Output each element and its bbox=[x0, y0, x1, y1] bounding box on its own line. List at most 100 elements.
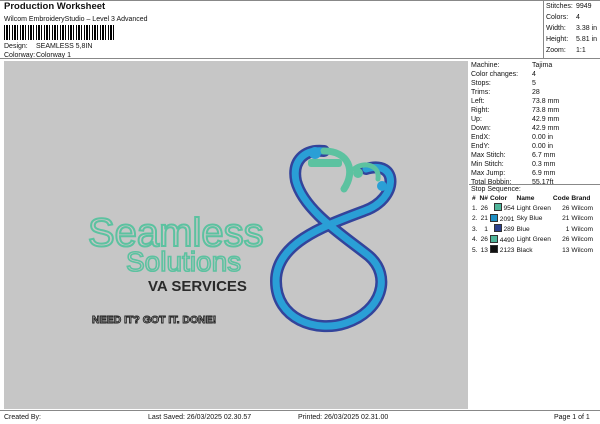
software-name: Wilcom EmbroideryStudio – Level 3 Advanc… bbox=[4, 16, 148, 23]
thread-brand: Wilcom bbox=[571, 236, 594, 244]
thread-code: 26 bbox=[562, 236, 570, 244]
table-row: 1. 26 954 Light Green 26 Wilcom bbox=[471, 203, 594, 213]
worksheet-title: Production Worksheet bbox=[4, 1, 106, 12]
row-number: 2. bbox=[472, 215, 478, 223]
min-stitch-value: 0.3 mm bbox=[532, 161, 556, 168]
created-by: Created By: bbox=[4, 414, 41, 421]
needle-number: 26 bbox=[480, 236, 488, 244]
row-number: 5. bbox=[472, 246, 478, 254]
thread-brand: Wilcom bbox=[571, 204, 594, 212]
color-code: 954 bbox=[503, 205, 515, 213]
colors-value: 4 bbox=[576, 14, 580, 21]
needle-number: 1 bbox=[484, 225, 488, 233]
printed-date: Printed: 26/03/2025 02.31.00 bbox=[298, 414, 389, 421]
color-swatch bbox=[489, 245, 498, 254]
thread-code: 13 bbox=[562, 246, 570, 254]
table-row: 5. 13 2123 Black 13 Wilcom bbox=[471, 245, 594, 255]
color-name: Black bbox=[516, 246, 533, 254]
color-changes-label: Color changes: bbox=[471, 71, 519, 78]
colors-label: Colors: bbox=[546, 14, 569, 21]
thread-brand: Wilcom bbox=[571, 246, 594, 254]
color-changes-value: 4 bbox=[532, 71, 536, 78]
row-number: 4. bbox=[472, 236, 478, 244]
embroidery-design: Seamless Solutions VA SERVICES NEED IT? … bbox=[87, 144, 397, 333]
column-header: Code bbox=[552, 195, 570, 202]
down-value: 42.9 mm bbox=[532, 125, 560, 132]
up-label: Up: bbox=[471, 116, 482, 123]
design-value: SEAMLESS 5,8IN bbox=[36, 43, 93, 50]
column-header: N# bbox=[479, 195, 488, 202]
left-label: Left: bbox=[471, 98, 485, 105]
row-number: 1. bbox=[472, 204, 478, 212]
endx-label: EndX: bbox=[471, 134, 491, 141]
color-swatch bbox=[493, 203, 502, 212]
color-name: Light Green bbox=[516, 204, 551, 212]
endx-value: 0.00 in bbox=[532, 134, 554, 141]
zoom-value: 1:1 bbox=[576, 47, 586, 54]
height-label: Height: bbox=[546, 36, 569, 43]
header-divider bbox=[0, 58, 600, 59]
endy-value: 0.00 in bbox=[532, 143, 554, 150]
table-header-row: # N# Color Name Code Brand bbox=[471, 194, 594, 203]
zoom-label: Zoom: bbox=[546, 47, 566, 54]
down-label: Down: bbox=[471, 125, 491, 132]
color-name: Sky Blue bbox=[516, 215, 543, 223]
right-label: Right: bbox=[471, 107, 490, 114]
needle-number: 21 bbox=[480, 215, 488, 223]
max-stitch-value: 6.7 mm bbox=[532, 152, 556, 159]
color-code: 2123 bbox=[499, 247, 515, 255]
width-label: Width: bbox=[546, 25, 566, 32]
machine-label: Machine: bbox=[471, 62, 500, 69]
machine-value: Tajima bbox=[532, 62, 553, 69]
needle-number: 13 bbox=[480, 246, 488, 254]
page-number: Page 1 of 1 bbox=[554, 414, 590, 421]
color-name: Blue bbox=[516, 225, 530, 233]
thread-code: 21 bbox=[562, 215, 570, 223]
column-header: # bbox=[472, 195, 476, 202]
row-number: 3. bbox=[472, 225, 478, 233]
needle-number: 26 bbox=[480, 204, 488, 212]
width-value: 3.38 in bbox=[576, 25, 598, 32]
table-row: 2. 21 2091 Sky Blue 21 Wilcom bbox=[471, 213, 594, 224]
design-word-solutions: Solutions bbox=[126, 246, 241, 277]
barcode bbox=[4, 25, 115, 40]
table-row: 4. 26 4490 Light Green 26 Wilcom bbox=[471, 234, 594, 245]
stitches-value: 9949 bbox=[576, 3, 592, 10]
last-saved: Last Saved: 26/03/2025 02.30.57 bbox=[148, 414, 252, 421]
right-value: 73.8 mm bbox=[532, 107, 560, 114]
figure-eight-ornament bbox=[269, 144, 397, 333]
summary-divider bbox=[543, 0, 544, 58]
stop-sequence-table: # N# Color Name Code Brand 1. 26 954 Lig… bbox=[471, 194, 594, 255]
design-va-services: VA SERVICES bbox=[148, 278, 247, 295]
trims-label: Trims: bbox=[471, 89, 491, 96]
color-name: Light Green bbox=[516, 236, 551, 244]
max-jump-value: 6.9 mm bbox=[532, 170, 556, 177]
thread-code: 1 bbox=[565, 225, 570, 233]
total-bobbin-value: 55.17ft bbox=[532, 179, 554, 186]
design-preview: Seamless Solutions VA SERVICES NEED IT? … bbox=[4, 61, 468, 409]
thread-brand: Wilcom bbox=[571, 215, 594, 223]
color-code: 2091 bbox=[499, 215, 515, 223]
trims-value: 28 bbox=[532, 89, 540, 96]
thread-brand: Wilcom bbox=[571, 225, 594, 233]
stops-value: 5 bbox=[532, 80, 536, 87]
left-value: 73.8 mm bbox=[532, 98, 560, 105]
color-code: 289 bbox=[503, 226, 515, 234]
color-code: 4490 bbox=[499, 236, 515, 244]
top-border bbox=[0, 0, 600, 1]
table-row: 3. 1 289 Blue 1 Wilcom bbox=[471, 224, 594, 234]
max-jump-label: Max Jump: bbox=[471, 170, 506, 177]
endy-label: EndY: bbox=[471, 143, 490, 150]
design-tagline: NEED IT? GOT IT. DONE! bbox=[92, 314, 216, 326]
design-label: Design: bbox=[4, 43, 28, 50]
column-header: Color bbox=[489, 195, 508, 202]
stops-label: Stops: bbox=[471, 80, 491, 87]
footer-divider bbox=[0, 410, 600, 411]
up-value: 42.9 mm bbox=[532, 116, 560, 123]
height-value: 5.81 in bbox=[576, 36, 598, 43]
thread-code: 26 bbox=[562, 204, 570, 212]
stop-sequence-title: Stop Sequence: bbox=[471, 186, 521, 193]
column-header: Brand bbox=[571, 195, 591, 202]
color-swatch bbox=[489, 234, 498, 243]
color-swatch bbox=[489, 213, 498, 222]
